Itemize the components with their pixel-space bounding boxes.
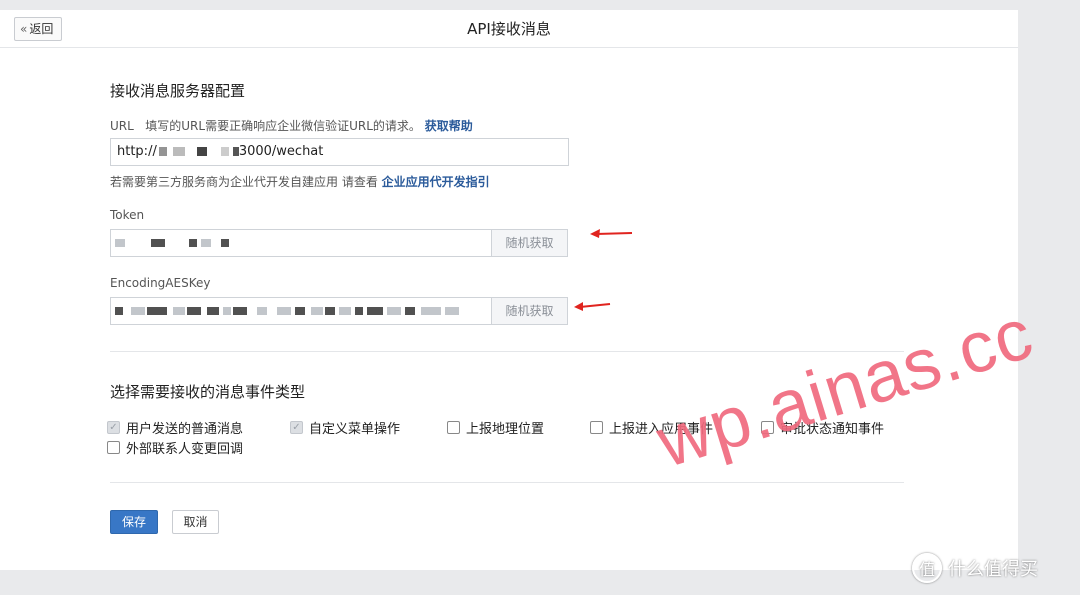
redaction-block <box>223 307 231 315</box>
server-config-title: 接收消息服务器配置 <box>110 82 246 100</box>
event-checkbox-external-contact[interactable]: 外部联系人变更回调 <box>107 438 243 457</box>
redaction-block <box>339 307 351 315</box>
config-panel: API接收消息 « 返回 接收消息服务器配置 URL 填写的URL需要正确响应企… <box>0 10 1018 570</box>
redaction-block <box>295 307 305 315</box>
url-input-tail: 3000/wechat <box>238 144 324 159</box>
checkbox-icon <box>107 441 120 454</box>
redaction-block <box>325 307 335 315</box>
checkbox-icon <box>590 421 603 434</box>
redaction-block <box>233 307 247 315</box>
smzdm-logo-icon: 值 <box>912 553 942 583</box>
url-input[interactable]: http:// 3000/wechat <box>110 138 569 166</box>
third-party-hint-row: 若需要第三方服务商为企业代开发自建应用 请查看 企业应用代开发指引 <box>110 173 490 190</box>
redaction-block <box>405 307 415 315</box>
redaction-block <box>220 147 229 156</box>
url-help-link[interactable]: 获取帮助 <box>425 119 473 133</box>
redaction-block <box>187 307 201 315</box>
url-hint: 填写的URL需要正确响应企业微信验证URL的请求。 <box>145 119 421 133</box>
event-label: 用户发送的普通消息 <box>126 422 244 437</box>
back-button-label: 返回 <box>29 22 54 36</box>
red-arrow-icon <box>590 229 633 238</box>
event-label: 上报地理位置 <box>466 422 545 437</box>
event-label: 自定义菜单操作 <box>309 422 401 437</box>
event-checkbox-custom-menu[interactable]: ✓ 自定义菜单操作 <box>290 418 400 437</box>
third-party-hint: 若需要第三方服务商为企业代开发自建应用 请查看 <box>110 175 378 189</box>
token-input[interactable] <box>110 229 492 257</box>
redaction-block <box>151 239 165 247</box>
event-label: 外部联系人变更回调 <box>126 442 244 457</box>
aes-key-label: EncodingAESKey <box>110 276 211 290</box>
red-arrow-icon <box>574 302 611 311</box>
redaction-block <box>158 147 167 156</box>
redaction-block <box>355 307 363 315</box>
event-checkbox-normal-message[interactable]: ✓ 用户发送的普通消息 <box>107 418 243 437</box>
redaction-block <box>311 307 323 315</box>
redaction-block <box>115 239 125 247</box>
double-chevron-left-icon: « <box>20 22 28 36</box>
url-label: URL <box>110 119 134 133</box>
aes-key-input[interactable] <box>110 297 492 325</box>
redaction-block <box>172 147 185 156</box>
brand-name: 什么值得买 <box>948 559 1038 580</box>
page-title: API接收消息 <box>467 20 551 38</box>
checkbox-icon <box>447 421 460 434</box>
third-party-guide-link[interactable]: 企业应用代开发指引 <box>382 175 490 189</box>
redaction-block <box>257 307 267 315</box>
redaction-block <box>221 239 229 247</box>
redaction-block <box>421 307 441 315</box>
brand-badge: 值 什么值得买 <box>912 553 1038 583</box>
url-label-row: URL 填写的URL需要正确响应企业微信验证URL的请求。 获取帮助 <box>110 117 473 134</box>
save-button[interactable]: 保存 <box>110 510 158 534</box>
redaction-block <box>189 239 197 247</box>
back-button[interactable]: « 返回 <box>14 17 62 41</box>
redaction-block <box>387 307 401 315</box>
redaction-block <box>201 239 211 247</box>
redaction-block <box>131 307 145 315</box>
checkbox-checked-icon: ✓ <box>290 421 303 434</box>
cancel-button[interactable]: 取消 <box>172 510 219 534</box>
divider <box>110 351 904 352</box>
event-checkbox-location[interactable]: 上报地理位置 <box>447 418 544 437</box>
redaction-block <box>173 307 185 315</box>
events-title: 选择需要接收的消息事件类型 <box>110 383 306 401</box>
redaction-block <box>367 307 383 315</box>
aes-key-random-button[interactable]: 随机获取 <box>491 297 568 325</box>
divider <box>110 482 904 483</box>
token-random-button[interactable]: 随机获取 <box>491 229 568 257</box>
redaction-block <box>207 307 219 315</box>
page-header: API接收消息 « 返回 <box>0 10 1018 48</box>
token-label: Token <box>110 208 145 222</box>
url-input-value: http:// <box>117 144 157 159</box>
checkbox-checked-icon: ✓ <box>107 421 120 434</box>
redaction-block <box>115 307 123 315</box>
redaction-block <box>445 307 459 315</box>
redaction-block <box>196 147 207 156</box>
redaction-block <box>147 307 167 315</box>
redaction-block <box>277 307 291 315</box>
